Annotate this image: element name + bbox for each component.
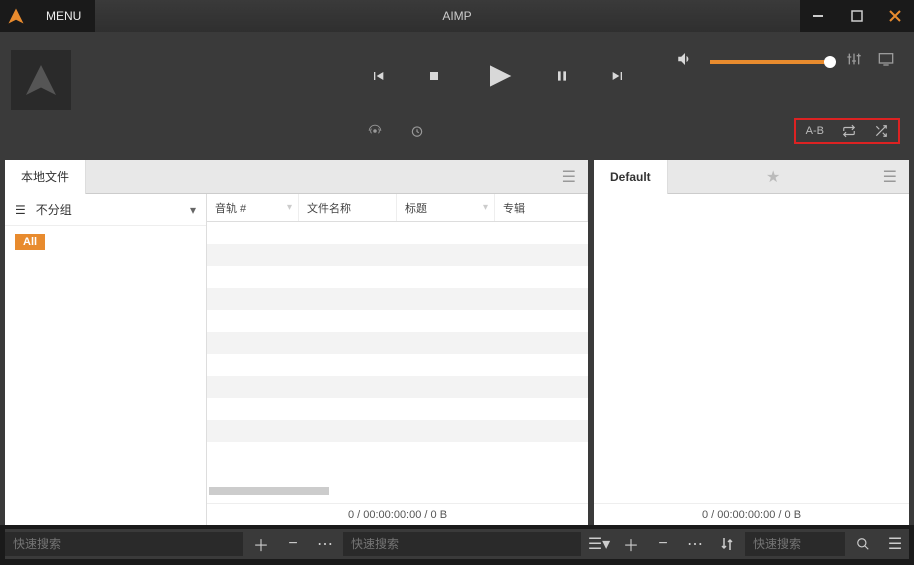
timer-icon[interactable] xyxy=(410,124,424,143)
remove-button[interactable]: − xyxy=(279,530,307,558)
stop-button[interactable] xyxy=(426,68,442,84)
app-logo-icon xyxy=(0,0,32,32)
playlist-remove-button[interactable]: − xyxy=(649,530,677,558)
sort-button[interactable] xyxy=(713,530,741,558)
transport-controls xyxy=(370,60,626,92)
visualization-button[interactable] xyxy=(878,51,894,72)
add-button[interactable]: ＋ xyxy=(247,530,275,558)
playlist-more-button[interactable]: ⋯ xyxy=(681,530,709,558)
close-button[interactable] xyxy=(876,0,914,32)
tab-default-playlist[interactable]: Default xyxy=(594,160,668,194)
more-button[interactable]: ⋯ xyxy=(311,530,339,558)
maximize-button[interactable] xyxy=(838,0,876,32)
titlebar: MENU AIMP xyxy=(0,0,914,32)
radio-icon[interactable] xyxy=(368,124,382,143)
bottom-toolbar: ＋ − ⋯ ☰▾ ＋ − ⋯ ☰ xyxy=(5,529,909,559)
tab-local-files[interactable]: 本地文件 xyxy=(5,160,86,194)
main-panels: 本地文件 ☰ ☰ 不分组 ▾ All 音轨 #▾ 文件名称 标题▾ 专辑 xyxy=(0,160,914,525)
search-icon[interactable] xyxy=(849,530,877,558)
column-track[interactable]: 音轨 #▾ xyxy=(207,194,299,221)
filter-icon[interactable]: ▾ xyxy=(483,202,488,213)
playlist-menu-icon[interactable]: ☰ xyxy=(879,167,909,187)
playlist-status: 0 / 00:00:00:00 / 0 B xyxy=(594,503,909,525)
grouping-label: 不分组 xyxy=(36,201,72,218)
favorite-icon[interactable]: ★ xyxy=(756,167,790,187)
play-button[interactable] xyxy=(482,60,514,92)
app-title: AIMP xyxy=(442,9,471,23)
search-input-library[interactable] xyxy=(5,532,243,556)
minimize-button[interactable] xyxy=(800,0,838,32)
filter-icon[interactable]: ▾ xyxy=(287,202,292,213)
horizontal-scrollbar[interactable] xyxy=(209,487,329,495)
album-art-placeholder xyxy=(0,32,82,160)
window-controls xyxy=(800,0,914,32)
equalizer-button[interactable] xyxy=(846,51,862,72)
grouping-selector[interactable]: ☰ 不分组 ▾ xyxy=(5,194,206,226)
list-icon: ☰ xyxy=(15,203,26,217)
column-album[interactable]: 专辑 xyxy=(495,194,588,221)
shuffle-button[interactable] xyxy=(874,124,888,138)
playlist-tabbar: Default ★ ☰ xyxy=(594,160,909,194)
playlist-panel: Default ★ ☰ 0 / 00:00:00:00 / 0 B xyxy=(594,160,909,525)
library-sidebar: ☰ 不分组 ▾ All xyxy=(5,194,207,525)
playback-mode-highlight: A-B xyxy=(794,118,900,144)
search-input-playlist[interactable] xyxy=(745,532,845,556)
all-filter-badge[interactable]: All xyxy=(15,234,45,250)
library-menu-icon[interactable]: ☰ xyxy=(550,167,588,187)
playlist-add-button[interactable]: ＋ xyxy=(617,530,645,558)
chevron-down-icon: ▾ xyxy=(190,203,196,217)
previous-button[interactable] xyxy=(370,68,386,84)
volume-icon[interactable] xyxy=(676,50,694,73)
track-list: 音轨 #▾ 文件名称 标题▾ 专辑 0 / 00:00:00:00 / 0 B xyxy=(207,194,588,525)
ab-repeat-button[interactable]: A-B xyxy=(806,125,824,137)
list-header: 音轨 #▾ 文件名称 标题▾ 专辑 xyxy=(207,194,588,222)
pause-button[interactable] xyxy=(554,68,570,84)
bottom-menu-icon[interactable]: ☰ xyxy=(881,530,909,558)
playlist-body[interactable] xyxy=(594,194,909,503)
repeat-button[interactable] xyxy=(842,124,856,138)
library-panel: 本地文件 ☰ ☰ 不分组 ▾ All 音轨 #▾ 文件名称 标题▾ 专辑 xyxy=(5,160,588,525)
search-input-middle[interactable] xyxy=(343,532,581,556)
column-filename[interactable]: 文件名称 xyxy=(299,194,397,221)
list-body[interactable] xyxy=(207,222,588,503)
list-mode-icon[interactable]: ☰▾ xyxy=(585,530,613,558)
library-tabbar: 本地文件 ☰ xyxy=(5,160,588,194)
library-status: 0 / 00:00:00:00 / 0 B xyxy=(207,503,588,525)
player-area: A-B xyxy=(0,32,914,160)
volume-slider[interactable] xyxy=(710,60,830,64)
next-button[interactable] xyxy=(610,68,626,84)
column-title[interactable]: 标题▾ xyxy=(397,194,495,221)
menu-button[interactable]: MENU xyxy=(32,0,95,32)
